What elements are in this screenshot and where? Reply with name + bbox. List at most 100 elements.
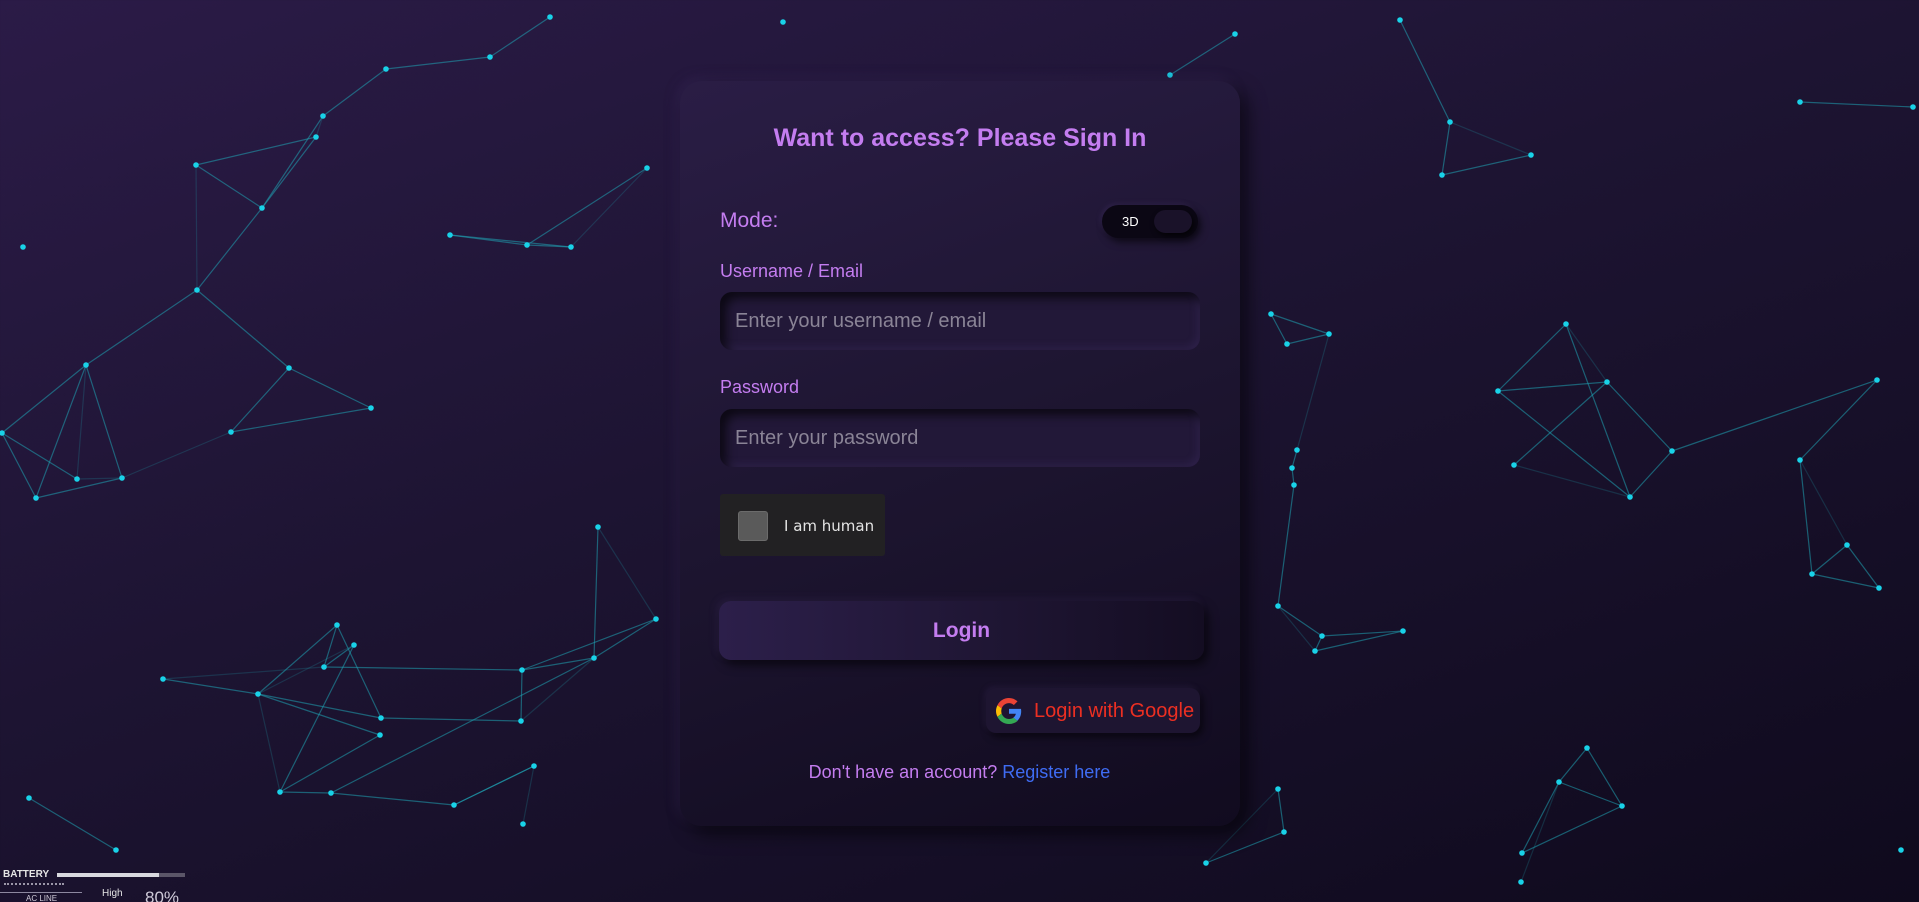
network-edge bbox=[279, 791, 332, 794]
network-node bbox=[447, 232, 453, 238]
sign-in-title: Want to access? Please Sign In bbox=[773, 124, 1147, 152]
network-edge bbox=[330, 792, 455, 806]
network-node bbox=[1669, 448, 1675, 454]
network-node bbox=[1874, 377, 1880, 383]
network-node bbox=[383, 66, 389, 72]
network-node bbox=[1281, 829, 1287, 835]
network-edge bbox=[1441, 154, 1532, 176]
network-edge bbox=[1799, 379, 1878, 461]
network-node bbox=[1319, 633, 1325, 639]
network-node bbox=[520, 821, 526, 827]
network-edge bbox=[1277, 605, 1316, 652]
network-edge bbox=[593, 526, 599, 659]
network-edge bbox=[76, 477, 123, 480]
network-node bbox=[351, 642, 357, 648]
mode-toggle[interactable]: 3D bbox=[1102, 205, 1198, 238]
network-edge bbox=[1629, 450, 1673, 498]
register-link[interactable]: Register here bbox=[1002, 762, 1110, 782]
mode-label: Mode: bbox=[720, 209, 779, 232]
battery-ac-line: AC LINE bbox=[26, 894, 58, 902]
battery-level: High bbox=[102, 888, 123, 899]
network-node bbox=[83, 362, 89, 368]
google-login-label: Login with Google bbox=[1034, 700, 1195, 722]
network-node bbox=[334, 622, 340, 628]
network-edge bbox=[261, 115, 324, 209]
network-edge bbox=[597, 526, 657, 620]
network-node bbox=[320, 113, 326, 119]
network-node bbox=[20, 244, 26, 250]
network-node bbox=[1447, 119, 1453, 125]
network-node bbox=[1511, 462, 1517, 468]
network-node bbox=[259, 205, 265, 211]
password-input[interactable] bbox=[720, 409, 1200, 467]
password-label: Password bbox=[720, 377, 800, 397]
network-edge bbox=[1520, 781, 1560, 883]
network-node bbox=[193, 162, 199, 168]
network-edge bbox=[1291, 449, 1298, 469]
network-node bbox=[519, 667, 525, 673]
network-node bbox=[1284, 341, 1290, 347]
network-node bbox=[1809, 571, 1815, 577]
network-node bbox=[1528, 152, 1534, 158]
network-edge bbox=[1286, 333, 1330, 345]
network-node bbox=[1289, 465, 1295, 471]
username-label: Username / Email bbox=[720, 261, 864, 281]
register-prompt: Don't have an account? Register here bbox=[0, 762, 1919, 783]
network-node bbox=[1797, 457, 1803, 463]
mode-toggle-knob[interactable] bbox=[1154, 210, 1192, 233]
network-edge bbox=[1799, 101, 1914, 108]
network-node bbox=[321, 664, 327, 670]
network-node bbox=[1519, 850, 1525, 856]
network-node bbox=[113, 847, 119, 853]
network-edge bbox=[1558, 781, 1623, 807]
network-edge bbox=[230, 407, 372, 433]
network-node bbox=[1203, 860, 1209, 866]
network-edge bbox=[1671, 379, 1878, 452]
login-button[interactable]: Login bbox=[719, 601, 1204, 660]
network-edge bbox=[1277, 484, 1295, 607]
network-edge bbox=[489, 16, 551, 58]
google-g-icon bbox=[996, 698, 1022, 724]
register-prompt-text: Don't have an account? bbox=[808, 762, 998, 782]
network-node bbox=[378, 715, 384, 721]
network-edge bbox=[1799, 459, 1813, 575]
network-edge bbox=[1606, 381, 1673, 452]
captcha-label: I am human bbox=[784, 517, 875, 535]
network-edge bbox=[162, 678, 259, 695]
network-edge bbox=[1846, 544, 1880, 589]
network-node bbox=[547, 14, 553, 20]
network-node bbox=[286, 365, 292, 371]
battery-ticks bbox=[4, 883, 64, 888]
network-edge bbox=[1513, 464, 1631, 498]
network-edge bbox=[1277, 788, 1285, 833]
network-edge bbox=[28, 797, 117, 851]
network-node bbox=[1619, 803, 1625, 809]
network-node bbox=[277, 789, 283, 795]
network-node bbox=[1797, 99, 1803, 105]
network-node bbox=[518, 718, 524, 724]
network-edge bbox=[288, 367, 372, 409]
network-edge bbox=[85, 289, 198, 366]
network-node bbox=[313, 134, 319, 140]
network-edge bbox=[1399, 19, 1451, 123]
network-edge bbox=[449, 234, 572, 248]
network-edge bbox=[1, 432, 78, 480]
network-node bbox=[33, 495, 39, 501]
google-login-button[interactable]: Login with Google bbox=[986, 688, 1200, 733]
network-node bbox=[1584, 745, 1590, 751]
network-node bbox=[568, 244, 574, 250]
network-node bbox=[487, 54, 493, 60]
network-edge bbox=[1497, 323, 1567, 392]
network-node bbox=[1495, 388, 1501, 394]
network-edge bbox=[35, 477, 123, 499]
network-edge bbox=[196, 289, 290, 369]
network-edge bbox=[570, 167, 648, 248]
network-edge bbox=[85, 364, 123, 479]
network-edge bbox=[323, 644, 355, 668]
captcha-checkbox[interactable] bbox=[738, 511, 768, 541]
network-edge bbox=[380, 717, 522, 722]
username-input[interactable] bbox=[720, 292, 1200, 350]
network-edge bbox=[322, 68, 387, 117]
network-node bbox=[1898, 847, 1904, 853]
battery-bar bbox=[57, 873, 185, 877]
